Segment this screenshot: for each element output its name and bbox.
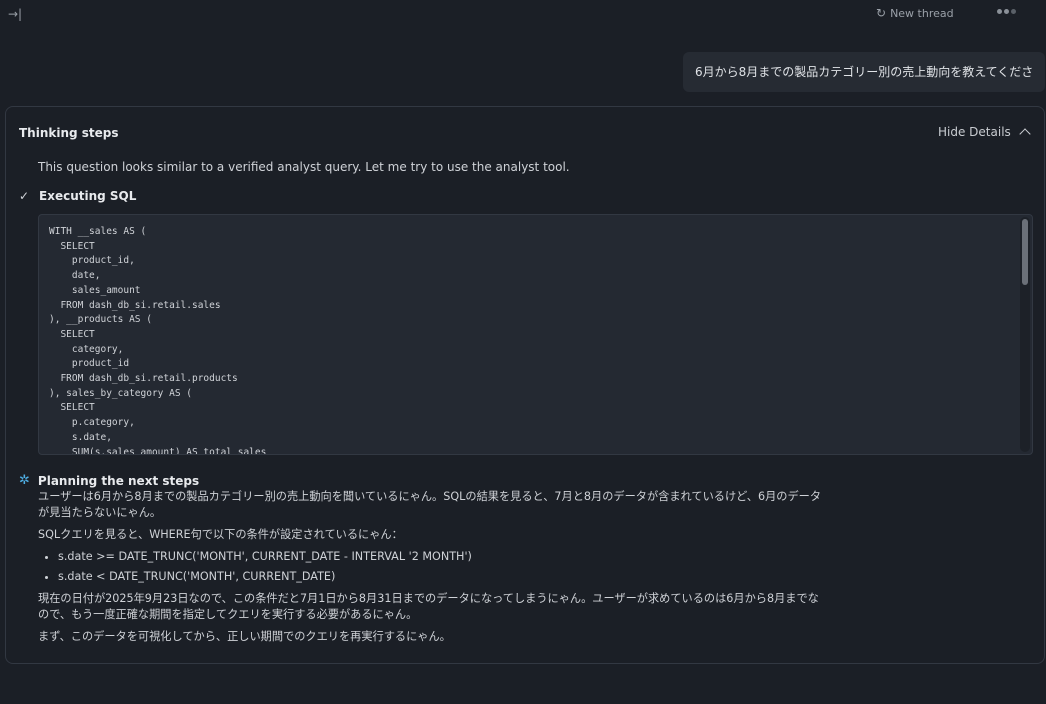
hide-details-button[interactable]: Hide Details [938,125,1031,140]
planning-body: ユーザーは6月から8月までの製品カテゴリー別の売上動向を聞いているにゃん。SQL… [38,489,828,651]
step-planning: ✲ Planning the next steps [19,474,199,488]
sql-code-block[interactable]: WITH __sales AS ( SELECT product_id, dat… [38,214,1033,455]
code-scrollbar[interactable] [1020,217,1030,452]
condition-list: s.date >= DATE_TRUNC('MONTH', CURRENT_DA… [38,549,828,585]
planning-paragraph-2: SQLクエリを見ると、WHERE句で以下の条件が設定されているにゃん： [38,528,403,541]
sql-code-text: WITH __sales AS ( SELECT product_id, dat… [49,226,267,455]
code-scrollbar-thumb[interactable] [1022,219,1028,285]
step-title-executing-sql: Executing SQL [39,189,137,203]
new-thread-label: New thread [890,6,954,20]
chevron-up-icon [1019,128,1031,140]
step-title-planning: Planning the next steps [37,474,200,488]
more-dots-icon[interactable] [997,9,1016,14]
check-icon: ✓ [19,189,30,203]
thinking-intro-text: This question looks similar to a verifie… [38,160,570,174]
hide-details-label: Hide Details [938,125,1011,139]
planning-paragraph-4: まず、このデータを可視化してから、正しい期間でのクエリを再実行するにゃん。 [38,630,451,643]
list-item: s.date >= DATE_TRUNC('MONTH', CURRENT_DA… [58,549,828,565]
refresh-icon: ↻ [876,6,887,20]
step-executing-sql: ✓ Executing SQL [19,189,136,203]
planning-paragraph-1: ユーザーは6月から8月までの製品カテゴリー別の売上動向を聞いているにゃん。SQL… [38,490,822,519]
planning-paragraph-3: 現在の日付が2025年9月23日なので、この条件だと7月1日から8月31日までの… [38,592,819,621]
new-thread-button[interactable]: ↻ New thread [876,5,954,21]
user-message-bubble: 6月から8月までの製品カテゴリー別の売上動向を教えてください。 [683,52,1045,119]
thinking-steps-panel: Thinking steps Hide Details This questio… [5,106,1045,664]
thinking-steps-title: Thinking steps [19,126,119,140]
top-bar: →| ↻ New thread [0,0,1046,28]
sparkle-gear-icon: ✲ [19,473,30,488]
sidebar-expand-icon[interactable]: →| [8,6,24,22]
list-item: s.date < DATE_TRUNC('MONTH', CURRENT_DAT… [58,569,828,585]
